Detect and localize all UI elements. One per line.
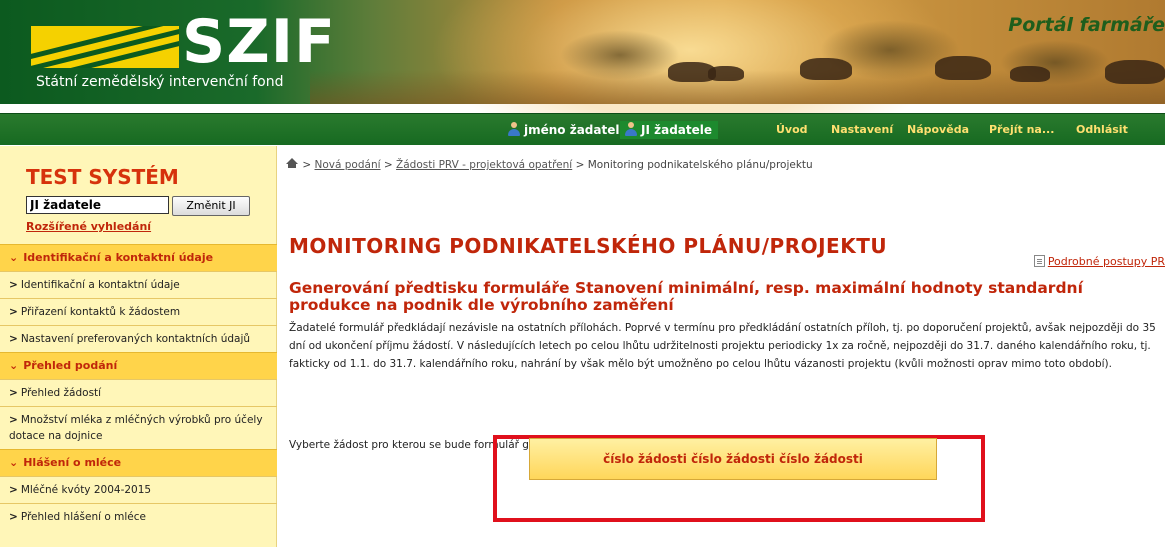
sidebar-item-mlecne-kvoty[interactable]: > Mléčné kvóty 2004-2015	[0, 476, 277, 503]
chevron-down-icon: ⌄	[9, 251, 19, 264]
breadcrumb-link-nova-podani[interactable]: Nová podání	[315, 159, 381, 171]
arrow-right-icon: >	[9, 484, 18, 496]
logo-subtitle: Státní zemědělský intervenční fond	[36, 74, 284, 90]
sidebar-item-label: Přiřazení kontaktů k žádostem	[20, 306, 181, 318]
user-name-label: jméno žadatele	[524, 123, 628, 137]
change-ji-button[interactable]: Změnit JI	[172, 196, 250, 216]
chevron-down-icon: ⌄	[9, 456, 19, 469]
cow-silhouette	[708, 66, 744, 81]
top-menubar: jméno žadatele JI žadatele Úvod Nastaven…	[0, 113, 1165, 145]
sidebar-item-prirazeni-kontaktu[interactable]: > Přiřazení kontaktů k žádostem	[0, 298, 277, 325]
breadcrumb-link-zadosti-prv[interactable]: Žádosti PRV - projektová opatření	[396, 159, 572, 171]
user-name-link[interactable]: jméno žadatele	[503, 121, 634, 139]
menu-item-prejit-na[interactable]: Přejít na...	[989, 121, 1054, 139]
menu-item-napoveda[interactable]: Nápověda	[907, 121, 969, 139]
breadcrumb-separator: >	[575, 159, 585, 171]
arrow-right-icon: >	[9, 387, 18, 399]
page-title: MONITORING PODNIKATELSKÉHO PLÁNU/PROJEKT…	[289, 234, 888, 258]
cow-silhouette	[1010, 66, 1050, 82]
sidebar-section-prehled-podani[interactable]: ⌄ Přehled podání	[0, 352, 277, 379]
szif-logo-mark[interactable]	[31, 26, 179, 68]
sidebar-item-label: Přehled hlášení o mléce	[20, 511, 146, 523]
portal-title: Portál farmáře	[1008, 14, 1165, 36]
sidebar-item-label: Identifikační a kontaktní údaje	[20, 279, 180, 291]
generate-form-button[interactable]: číslo žádosti číslo žádosti číslo žádost…	[529, 438, 937, 480]
sidebar-item-identifikacni-udaje[interactable]: > Identifikační a kontaktní údaje	[0, 271, 277, 298]
sidebar-item-preferovane-kontakty[interactable]: > Nastavení preferovaných kontaktních úda…	[0, 325, 277, 352]
arrow-right-icon: >	[9, 511, 18, 523]
breadcrumb: > Nová podání > Žádosti PRV - projektová…	[285, 158, 813, 171]
arrow-right-icon: >	[9, 306, 18, 318]
arrow-right-icon: >	[9, 279, 18, 291]
sidebar-section-label: Hlášení o mléce	[23, 456, 122, 469]
breadcrumb-separator: >	[302, 159, 312, 171]
sidebar-item-label: Množství mléka z mléčných výrobků pro úč…	[9, 414, 263, 442]
home-icon[interactable]	[285, 158, 299, 169]
breadcrumb-separator: >	[383, 159, 393, 171]
sidebar-item-label: Přehled žádostí	[20, 387, 102, 399]
sidebar-section-label: Identifikační a kontaktní údaje	[23, 251, 214, 264]
section-subtitle: Generování předtisku formuláře Stanovení…	[289, 279, 1083, 314]
sidebar-item-prehled-zadosti[interactable]: > Přehled žádostí	[0, 379, 277, 406]
arrow-right-icon: >	[9, 414, 18, 426]
menu-item-uvod[interactable]: Úvod	[776, 121, 808, 139]
user-ji-label: JI žadatele	[641, 123, 713, 137]
breadcrumb-current: Monitoring podnikatelského plánu/projekt…	[587, 159, 813, 171]
ji-input[interactable]	[26, 196, 169, 214]
menu-item-nastaveni[interactable]: Nastavení	[831, 121, 893, 139]
main-content: > Nová podání > Žádosti PRV - projektová…	[277, 146, 1165, 547]
sidebar: TEST SYSTÉM Změnit JI Rozšířené vyhledán…	[0, 146, 277, 547]
document-icon	[1033, 255, 1045, 267]
description-text: Žadatelé formulář předkládají nezávisle …	[289, 322, 1156, 370]
sidebar-item-label: Nastavení preferovaných kontaktních údaj…	[20, 333, 251, 345]
sidebar-item-mnozstvi-mleka[interactable]: > Množství mléka z mléčných výrobků pro ú…	[0, 406, 277, 449]
procedures-link[interactable]: Podrobné postupy PR	[1033, 255, 1165, 268]
sidebar-section-identifikace[interactable]: ⌄ Identifikační a kontaktní údaje	[0, 244, 277, 271]
advanced-search-link[interactable]: Rozšířené vyhledání	[26, 220, 151, 233]
cow-silhouette	[935, 56, 991, 80]
cow-silhouette	[1105, 60, 1165, 84]
user-ji-link[interactable]: JI žadatele	[620, 121, 719, 139]
logo-text[interactable]: SZIF	[182, 10, 336, 74]
user-icon	[507, 122, 521, 136]
cow-silhouette	[800, 58, 852, 80]
user-icon	[624, 122, 638, 136]
sidebar-item-label: Mléčné kvóty 2004-2015	[20, 484, 152, 496]
test-system-title: TEST SYSTÉM	[26, 165, 179, 189]
arrow-right-icon: >	[9, 333, 18, 345]
procedures-link-label: Podrobné postupy PR	[1047, 255, 1165, 268]
header-banner: SZIF Státní zemědělský intervenční fond …	[0, 0, 1165, 115]
site-header: SZIF Státní zemědělský intervenční fond …	[0, 0, 1165, 115]
sidebar-section-hlaseni-o-mlece[interactable]: ⌄ Hlášení o mléce	[0, 449, 277, 476]
sidebar-section-label: Přehled podání	[23, 359, 118, 372]
sidebar-menu: ⌄ Identifikační a kontaktní údaje > Identi…	[0, 244, 277, 530]
sidebar-item-prehled-hlaseni[interactable]: > Přehled hlášení o mléce	[0, 503, 277, 530]
menu-item-odhlasit[interactable]: Odhlásit	[1076, 121, 1128, 139]
chevron-down-icon: ⌄	[9, 359, 19, 372]
